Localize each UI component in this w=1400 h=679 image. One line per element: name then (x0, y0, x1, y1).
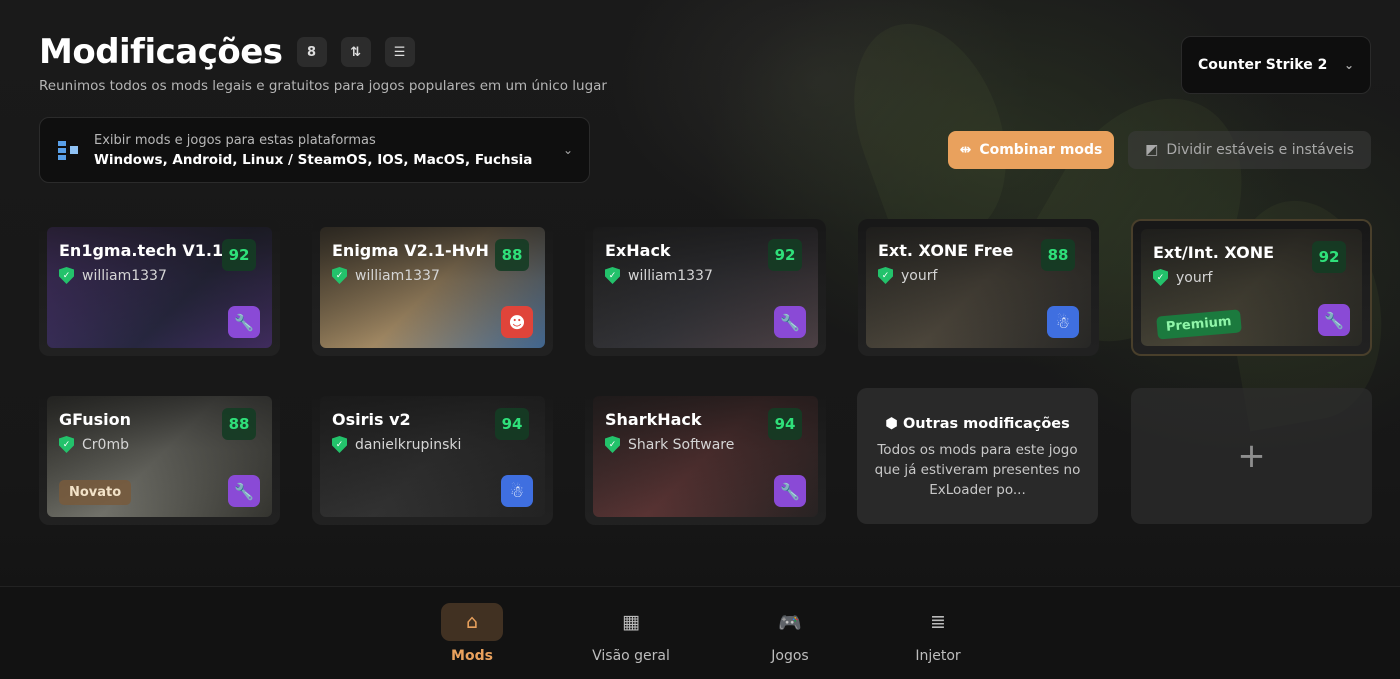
ghost-icon: ☃ (509, 481, 525, 501)
verified-shield-icon: ✓ (59, 267, 74, 284)
chevron-down-icon: ⌄ (1343, 58, 1354, 72)
mod-score: 92 (222, 239, 256, 271)
combine-mods-label: Combinar mods (979, 142, 1103, 158)
ghost-icon: ☃ (1055, 312, 1071, 332)
mod-author: ✓ yourf (878, 267, 937, 284)
wrench-button[interactable]: 🔧 (228, 306, 260, 338)
nav-item-overview[interactable]: ▦ Visão geral (566, 603, 696, 664)
wrench-icon: 🔧 (780, 312, 800, 332)
mod-author: ✓ william1337 (59, 267, 167, 284)
mod-card[interactable]: GFusion ✓ Cr0mb 88 Novato 🔧 (39, 388, 280, 525)
home-icon: ⌂ (441, 603, 503, 641)
wrench-button[interactable]: 🔧 (1318, 304, 1350, 336)
mod-author: ✓ william1337 (332, 267, 440, 284)
face-icon: ☻ (508, 312, 526, 332)
verified-shield-icon: ✓ (1153, 269, 1168, 286)
verified-shield-icon: ✓ (332, 436, 347, 453)
split-icon: ◩ (1145, 142, 1159, 158)
nav-item-injector[interactable]: ≣ Injetor (873, 603, 1003, 664)
plus-icon: + (1237, 436, 1266, 476)
other-mods-title: ⬢ Outras modificações (885, 416, 1070, 432)
game-select[interactable]: Counter Strike 2 ⌄ (1181, 36, 1371, 94)
wrench-icon: 🔧 (780, 481, 800, 501)
add-mod-button[interactable]: + (1131, 388, 1372, 524)
chevron-down-icon: ⌄ (562, 143, 573, 157)
nav-item-games[interactable]: 🎮 Jogos (725, 603, 855, 665)
mod-name: ExHack (605, 241, 671, 260)
mod-score: 94 (495, 408, 529, 440)
other-mods-description: Todos os mods para este jogo que já esti… (874, 442, 1081, 498)
mods-count-badge: 8 (296, 37, 327, 67)
cube-icon: ⬢ (885, 416, 898, 432)
mod-name: Ext. XONE Free (878, 241, 1014, 260)
split-stable-button[interactable]: ◩ Dividir estáveis e instáveis (1128, 131, 1371, 169)
filter-button[interactable]: ☰ (384, 37, 415, 67)
wrench-icon: 🔧 (234, 481, 254, 501)
mod-card[interactable]: Enigma V2.1-HvH ✓ william1337 88 ☻ (312, 219, 553, 356)
wrench-icon: 🔧 (1324, 310, 1344, 330)
combine-mods-button[interactable]: ⇹ Combinar mods (948, 131, 1114, 169)
sort-button[interactable]: ⇅ (340, 37, 371, 67)
mod-name: Osiris v2 (332, 410, 411, 429)
sort-icon: ⇅ (350, 44, 361, 60)
page-title: Modificações (39, 32, 283, 72)
novato-badge: Novato (59, 480, 132, 505)
mod-score: 94 (768, 408, 802, 440)
mod-name: GFusion (59, 410, 132, 429)
wrench-icon: 🔧 (234, 312, 254, 332)
verified-shield-icon: ✓ (59, 436, 74, 453)
bottom-nav: ⌂ Mods ▦ Visão geral 🎮 Jogos ≣ Injetor (0, 586, 1400, 679)
mod-name: Enigma V2.1-HvH (332, 241, 489, 260)
nav-label: Visão geral (592, 648, 670, 664)
nav-label: Injetor (915, 648, 961, 664)
mod-name: En1gma.tech V1.1 (59, 241, 224, 260)
verified-shield-icon: ✓ (332, 267, 347, 284)
game-select-value: Counter Strike 2 (1198, 57, 1328, 73)
other-mods-card[interactable]: ⬢ Outras modificações Todos os mods para… (857, 388, 1098, 524)
chart-board-icon: ▦ (622, 611, 640, 633)
mod-card[interactable]: Ext. XONE Free ✓ yourf 88 ☃ (858, 219, 1099, 356)
nav-item-mods[interactable]: ⌂ Mods (407, 603, 537, 664)
mod-author: ✓ william1337 (605, 267, 713, 284)
platform-filter-label: Exibir mods e jogos para estas plataform… (94, 132, 376, 148)
split-stable-label: Dividir estáveis e instáveis (1166, 142, 1354, 158)
mod-card[interactable]: SharkHack ✓ Shark Software 94 🔧 (585, 388, 826, 525)
mod-card-premium[interactable]: Ext/Int. XONE ✓ yourf 92 Premium 🔧 (1131, 219, 1372, 356)
mod-score: 92 (1312, 241, 1346, 273)
mod-name: Ext/Int. XONE (1153, 243, 1275, 262)
wrench-button[interactable]: 🔧 (774, 306, 806, 338)
mod-score: 88 (1041, 239, 1075, 271)
mod-name: SharkHack (605, 410, 702, 429)
platforms-icon (58, 141, 78, 160)
wrench-button[interactable]: 🔧 (774, 475, 806, 507)
mod-author: ✓ danielkrupinski (332, 436, 461, 453)
mod-author: ✓ Cr0mb (59, 436, 129, 453)
nav-label: Mods (451, 648, 493, 664)
database-icon: ≣ (930, 611, 946, 633)
ghost-button[interactable]: ☃ (501, 475, 533, 507)
platform-filter[interactable]: Exibir mods e jogos para estas plataform… (39, 117, 590, 183)
mod-card[interactable]: Osiris v2 ✓ danielkrupinski 94 ☃ (312, 388, 553, 525)
mod-score: 88 (222, 408, 256, 440)
mod-card[interactable]: En1gma.tech V1.1 ✓ william1337 92 🔧 (39, 219, 280, 356)
ghost-button[interactable]: ☃ (1047, 306, 1079, 338)
gamepad-icon: 🎮 (778, 611, 802, 634)
mod-author: ✓ Shark Software (605, 436, 734, 453)
nav-label: Jogos (771, 648, 809, 664)
wrench-button[interactable]: 🔧 (228, 475, 260, 507)
mod-score: 88 (495, 239, 529, 271)
page-header: Modificações 8 ⇅ ☰ Reunimos todos os mod… (39, 32, 607, 94)
verified-shield-icon: ✓ (605, 267, 620, 284)
verified-shield-icon: ✓ (605, 436, 620, 453)
combine-icon: ⇹ (959, 142, 972, 158)
face-button[interactable]: ☻ (501, 306, 533, 338)
platform-filter-value: Windows, Android, Linux / SteamOS, IOS, … (94, 151, 533, 168)
verified-shield-icon: ✓ (878, 267, 893, 284)
sliders-icon: ☰ (393, 44, 406, 60)
page-subtitle: Reunimos todos os mods legais e gratuito… (39, 78, 607, 94)
mod-score: 92 (768, 239, 802, 271)
mod-card[interactable]: ExHack ✓ william1337 92 🔧 (585, 219, 826, 356)
mod-author: ✓ yourf (1153, 269, 1212, 286)
